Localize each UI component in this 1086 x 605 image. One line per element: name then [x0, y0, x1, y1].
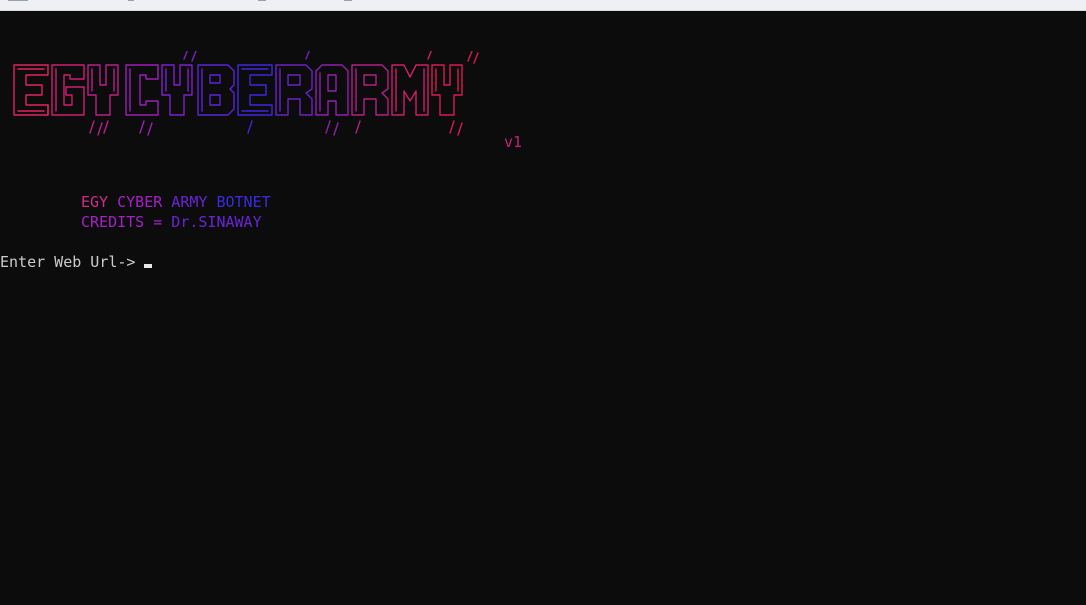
terminal-output[interactable]: v1 EGY CYBER ARMY BOTNET CREDITS = Dr.SI…: [0, 11, 1086, 605]
banner-letter-y2: [161, 51, 197, 116]
titlebar-fragment: [258, 0, 266, 1]
credits-part: Dr.: [162, 213, 199, 231]
botnet-title: EGY CYBER ARMY BOTNET: [81, 193, 271, 211]
banner-letter-e2: [237, 64, 273, 134]
titlebar-fragment: [344, 0, 352, 1]
banner-logo: [13, 51, 479, 136]
banner-letter-y: [87, 64, 119, 136]
banner-letter-c: [125, 64, 159, 136]
window-titlebar: [0, 0, 1086, 11]
version-label: v1: [504, 133, 523, 151]
banner-letter-r2: [351, 64, 389, 134]
banner-letter-g: [51, 64, 85, 116]
credits-part: SINAWAY: [198, 213, 262, 231]
credits-part: =: [144, 213, 163, 231]
title-part: CYBER: [108, 193, 163, 211]
banner-letter-y3: [431, 51, 479, 136]
banner-letter-a: [315, 64, 349, 136]
prompt-label: Enter Web Url->: [0, 253, 136, 271]
url-prompt[interactable]: Enter Web Url->: [0, 253, 153, 271]
console-icon: [8, 0, 28, 1]
titlebar-fragment: [128, 0, 134, 1]
credits-part: CREDITS: [81, 213, 145, 231]
banner-letter-r: [275, 51, 313, 116]
banner-letter-b: [197, 64, 235, 116]
title-part: EGY: [81, 193, 109, 211]
banner-letter-e: [13, 64, 49, 116]
text-cursor[interactable]: [144, 264, 153, 268]
banner-letter-m: [391, 51, 432, 116]
title-part: BOTNET: [207, 193, 271, 211]
title-part: ARMY: [162, 193, 208, 211]
credits-line: CREDITS = Dr.SINAWAY: [81, 213, 262, 231]
